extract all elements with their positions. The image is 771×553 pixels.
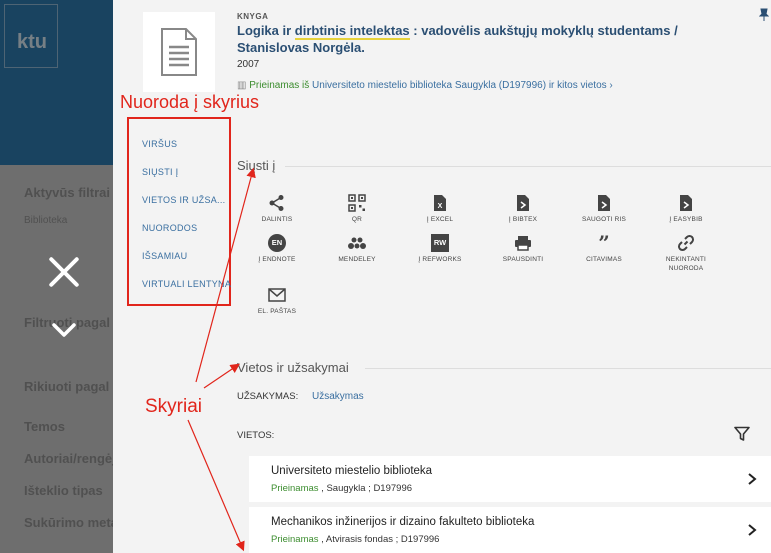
location-name: Universiteto miestelio biblioteka bbox=[271, 465, 433, 477]
citation-button[interactable]: ” CITAVIMAS bbox=[571, 233, 637, 264]
nav-link-locations[interactable]: VIETOS IR UŽSA... bbox=[142, 195, 225, 205]
qr-button[interactable]: QR bbox=[324, 193, 390, 224]
permalink-button[interactable]: NEKINTANTI NUORODA bbox=[653, 233, 719, 273]
title-highlight: dirbtinis intelektas bbox=[294, 23, 410, 40]
endnote-icon: EN bbox=[268, 234, 286, 252]
bibtex-icon bbox=[517, 195, 529, 211]
location-details: Prieinamas , Atvirasis fondas ; D197996 bbox=[271, 534, 440, 545]
location-details: Prieinamas , Saugykla ; D197996 bbox=[271, 483, 413, 494]
email-button[interactable]: EL. PAŠTAS bbox=[244, 285, 310, 316]
ris-icon bbox=[598, 195, 610, 211]
easybib-export-button[interactable]: Į EASYBIB bbox=[653, 193, 719, 224]
refworks-export-button[interactable]: RW Į REFWORKS bbox=[407, 233, 473, 264]
nav-link-top[interactable]: VIRŠUS bbox=[142, 139, 177, 149]
record-type: KNYGA bbox=[237, 12, 269, 21]
filter-icon[interactable] bbox=[734, 426, 750, 442]
record-year: 2007 bbox=[237, 59, 260, 70]
record-detail-panel: KNYGA Logika ir dirbtinis intelektas : v… bbox=[113, 0, 771, 553]
excel-export-button[interactable]: X Į EXCEL bbox=[407, 193, 473, 224]
record-thumbnail bbox=[143, 12, 215, 92]
location-item[interactable]: Universiteto miestelio biblioteka Priein… bbox=[249, 456, 771, 502]
availability-line[interactable]: ▥ Prieinamas iš Universiteto miestelio b… bbox=[237, 80, 613, 91]
easybib-icon bbox=[680, 195, 692, 211]
places-label: VIETOS: bbox=[237, 430, 275, 441]
mendeley-icon bbox=[348, 237, 366, 249]
order-link[interactable]: Užsakymas bbox=[312, 391, 364, 402]
link-icon bbox=[677, 234, 695, 252]
document-icon bbox=[161, 28, 197, 76]
chevron-right-icon bbox=[748, 524, 757, 536]
share-icon bbox=[269, 195, 284, 211]
chevron-down-icon[interactable] bbox=[50, 316, 78, 344]
chevron-right-icon bbox=[748, 473, 757, 485]
nav-link-send-to[interactable]: SIŲSTI Į bbox=[142, 167, 178, 177]
print-button[interactable]: SPAUSDINTI bbox=[490, 233, 556, 264]
nav-link-links[interactable]: NUORODOS bbox=[142, 223, 197, 233]
chevron-right-icon: › bbox=[609, 80, 613, 91]
print-icon bbox=[515, 236, 531, 251]
divider bbox=[285, 166, 771, 167]
close-icon[interactable] bbox=[42, 250, 86, 294]
order-label: UŽSAKYMAS: bbox=[237, 391, 299, 402]
location-item[interactable]: Mechanikos inžinerijos ir dizaino fakult… bbox=[249, 507, 771, 553]
share-button[interactable]: DALINTIS bbox=[244, 193, 310, 224]
bibtex-export-button[interactable]: Į BIBTEX bbox=[490, 193, 556, 224]
location-name: Mechanikos inžinerijos ir dizaino fakult… bbox=[271, 516, 535, 528]
record-title[interactable]: Logika ir dirbtinis intelektas : vadovėl… bbox=[237, 22, 687, 56]
annotation-nav-title: Nuoroda į skyrius bbox=[120, 92, 260, 112]
save-ris-button[interactable]: SAUGOTI RIS bbox=[571, 193, 637, 224]
availability-status: Prieinamas iš bbox=[249, 80, 310, 91]
endnote-export-button[interactable]: EN Į ENDNOTE bbox=[244, 233, 310, 264]
refworks-icon: RW bbox=[431, 234, 449, 252]
pin-icon[interactable] bbox=[759, 8, 769, 22]
quote-icon: ” bbox=[598, 231, 610, 255]
annotation-sections-label: Skyriai bbox=[145, 396, 203, 417]
nav-link-virtual-shelf[interactable]: VIRTUALI LENTYNA bbox=[142, 279, 231, 289]
availability-location: Universiteto miestelio biblioteka Saugyk… bbox=[312, 80, 607, 91]
nav-link-details[interactable]: IŠSAMIAU bbox=[142, 251, 187, 261]
divider bbox=[365, 368, 771, 369]
book-icon: ▥ bbox=[237, 80, 247, 91]
excel-icon: X bbox=[434, 195, 446, 211]
mendeley-export-button[interactable]: MENDELEY bbox=[324, 233, 390, 264]
qr-icon bbox=[348, 194, 366, 212]
svg-text:X: X bbox=[438, 203, 443, 210]
section-title-send-to: Siųsti į bbox=[237, 158, 276, 173]
section-title-locations: Vietos ir užsakymai bbox=[237, 360, 349, 375]
email-icon bbox=[268, 288, 286, 302]
